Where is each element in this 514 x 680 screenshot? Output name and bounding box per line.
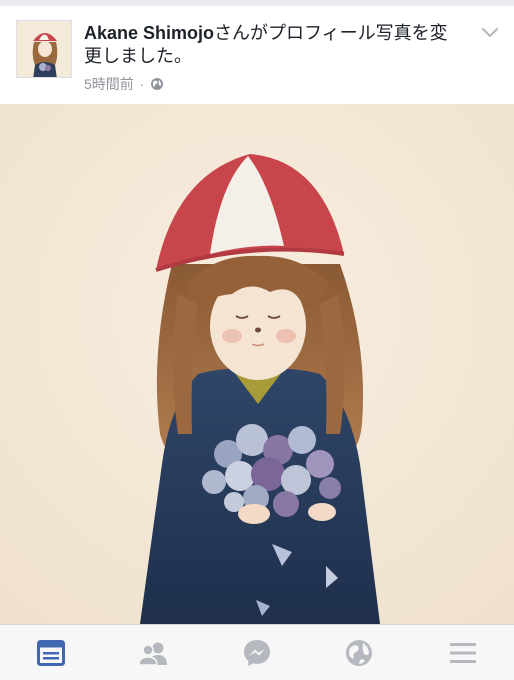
globe-icon: [346, 640, 372, 666]
watercolor-illustration: [0, 104, 514, 624]
friends-icon: [138, 642, 167, 666]
post-header: Akane Shimojoさんがプロフィール写真を変更しました。 5時間前 ·: [0, 6, 514, 104]
menu-icon: [450, 643, 476, 663]
meta-separator: ·: [139, 76, 145, 92]
chevron-down-icon: [481, 27, 499, 38]
tab-friends[interactable]: [102, 625, 204, 680]
profile-photo[interactable]: [0, 104, 514, 624]
post-timestamp[interactable]: 5時間前: [84, 74, 134, 94]
post-title: Akane Shimojoさんがプロフィール写真を変更しました。: [84, 22, 454, 68]
tab-news-feed[interactable]: [0, 625, 102, 680]
tab-notifications-globe[interactable]: [308, 625, 410, 680]
post-options-button[interactable]: [478, 20, 502, 44]
author-name[interactable]: Akane Shimojo: [84, 23, 214, 43]
tab-messenger[interactable]: [206, 625, 308, 680]
post-meta: 5時間前 ·: [84, 74, 164, 94]
tab-menu[interactable]: [412, 625, 514, 680]
news-feed-icon: [37, 640, 65, 666]
globe-icon: [151, 78, 164, 90]
avatar-illustration: [17, 21, 71, 77]
author-avatar[interactable]: [16, 20, 72, 78]
messenger-icon: [244, 640, 270, 666]
bottom-tab-bar: [0, 624, 514, 680]
